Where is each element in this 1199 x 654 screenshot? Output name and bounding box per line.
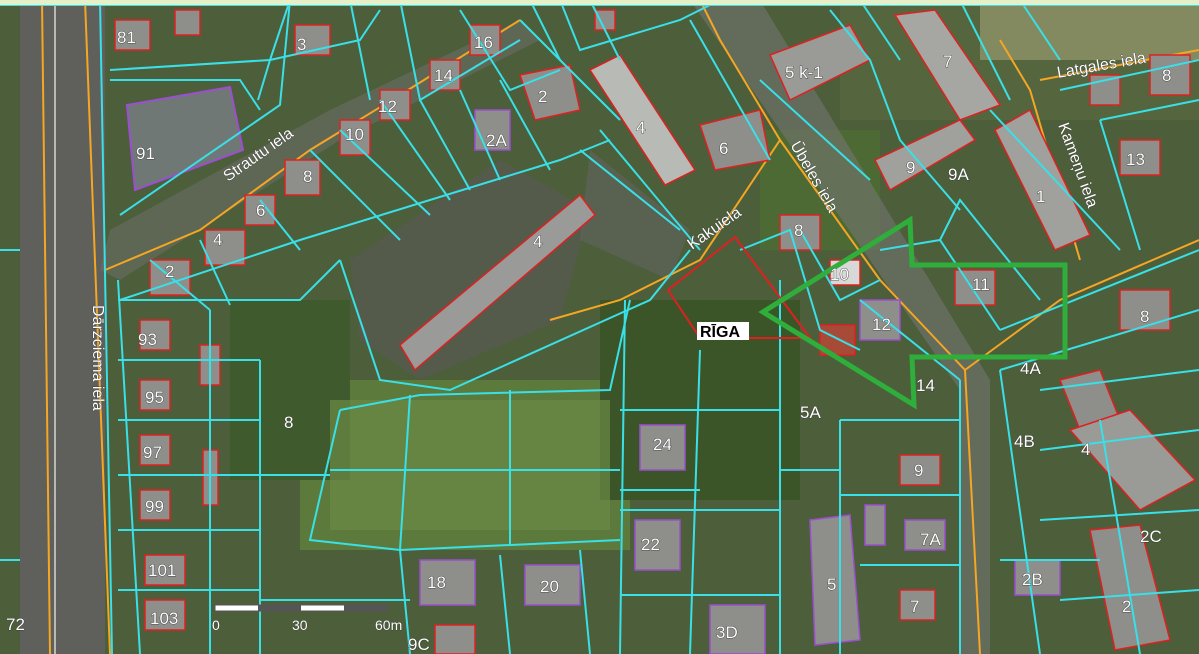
parcel-number: 3 (297, 35, 306, 54)
cadastral-map[interactable]: Strautu iela Kakuiela Ūbeles iela Dārzci… (0, 0, 1199, 654)
parcel-number: 2C (1140, 527, 1162, 546)
parcel-number: 8 (794, 221, 803, 240)
scale-label-zero: 0 (212, 617, 220, 633)
parcel-number: 4B (1014, 432, 1035, 451)
parcel-number: 8 (1162, 66, 1171, 85)
parcel-number: 7A (920, 530, 941, 549)
parcel-number: 2 (1122, 597, 1131, 616)
parcel-number: 16 (474, 33, 493, 52)
parcel-number: 101 (148, 561, 176, 580)
parcel-number: 12 (872, 315, 891, 334)
parcel-number: 11 (972, 275, 990, 294)
parcel-number: 99 (145, 497, 164, 516)
parcel-number: 95 (145, 388, 164, 407)
parcel-number: 22 (641, 535, 660, 554)
parcel-number: 2A (486, 131, 507, 150)
parcel-number: 4 (533, 232, 542, 251)
parcel-number: 8 (1140, 307, 1149, 326)
parcel-number: 5 k-1 (785, 63, 823, 82)
city-label-group: RĪGA (697, 322, 749, 341)
parcel-number: 9C (408, 635, 430, 654)
parcel-number: 72 (6, 615, 25, 634)
top-strip (0, 0, 1199, 5)
parcel-number: 2 (538, 87, 547, 106)
parcel-number: 4A (1020, 359, 1041, 378)
parcel-number: 13 (1126, 150, 1145, 169)
parcel-number: 3D (716, 623, 738, 642)
parcel-number: 9 (906, 158, 915, 177)
parcel-number: 20 (540, 577, 559, 596)
parcel-number: 4 (213, 230, 222, 249)
parcel-number: 10 (830, 265, 849, 284)
parcel-number: 4 (636, 118, 645, 137)
parcel-number: 7 (943, 52, 952, 71)
parcel-number: 97 (143, 443, 162, 462)
parcel-number: 9A (948, 165, 969, 184)
street-label-darzciema: Dārzciema iela (89, 305, 106, 411)
parcel-number: 5A (800, 403, 821, 422)
parcel-number: 24 (653, 435, 672, 454)
parcel-number: 7 (910, 597, 919, 616)
parcel-number: 103 (150, 609, 178, 628)
parcel-number: 8 (303, 167, 312, 186)
parcel-number: 8 (284, 413, 293, 432)
parcel-number: 12 (378, 97, 397, 116)
parcel-number: 2B (1022, 570, 1043, 589)
parcel-number: 6 (719, 139, 728, 158)
city-label: RĪGA (700, 322, 740, 341)
parcel-number: 1 (1036, 187, 1045, 206)
parcel-number: 9 (914, 461, 923, 480)
parcel-number: 18 (427, 573, 446, 592)
scale-label-end: 60m (375, 617, 402, 633)
parcel-number: 81 (117, 28, 136, 47)
scale-label-mid: 30 (292, 617, 308, 633)
parcel-number: 93 (138, 330, 157, 349)
parcel-number: 14 (916, 376, 935, 395)
parcel-number: 2 (165, 262, 174, 281)
parcel-number: 4 (1081, 440, 1090, 459)
parcel-number: 10 (345, 125, 364, 144)
parcel-number: 91 (136, 144, 155, 163)
parcel-number: 6 (256, 201, 265, 220)
parcel-number: 14 (434, 66, 453, 85)
parcel-number: 5 (827, 575, 836, 594)
